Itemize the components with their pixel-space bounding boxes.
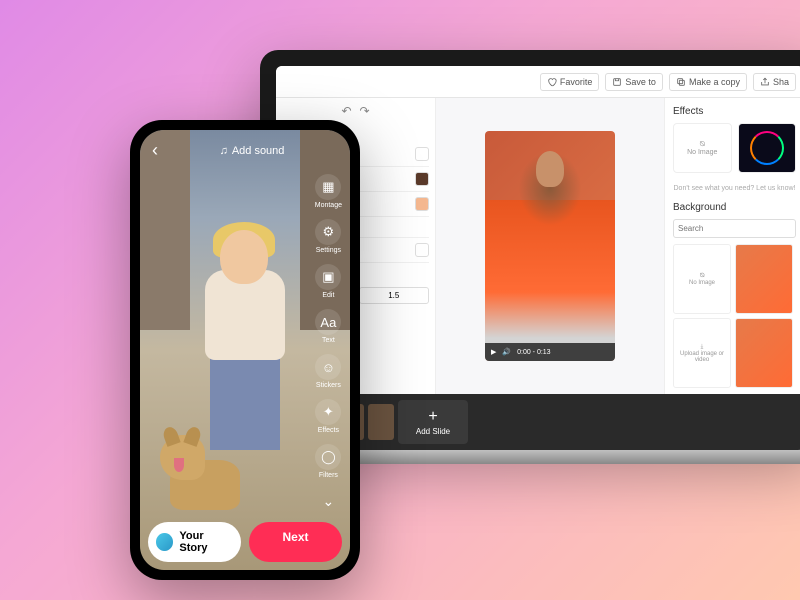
anime-dog (160, 420, 250, 510)
add-sound-button[interactable]: ♫ Add sound (166, 145, 338, 157)
time-label: 0:00 - 0:13 (517, 349, 550, 356)
share-label: Sha (773, 77, 789, 87)
tool-effects[interactable]: ✦ Effects (315, 399, 341, 434)
montage-icon: ▦ (315, 174, 341, 200)
preview-canvas[interactable]: ▶ 🔊 0:00 - 0:13 (485, 131, 615, 361)
bg-upload[interactable]: ⤓ Upload image or video (673, 318, 731, 388)
bg-no-image-label: No Image (689, 280, 715, 286)
filters-icon: ◯ (315, 444, 341, 470)
play-bar: ▶ 🔊 0:00 - 0:13 (485, 343, 615, 361)
edit-icon: ▣ (315, 264, 341, 290)
speed-15-button[interactable]: 1.5 (359, 287, 430, 304)
effects-label: Effects (318, 427, 339, 434)
avatar (156, 533, 173, 551)
add-slide-button[interactable]: + Add Slide (398, 400, 468, 444)
dog-ear-right (183, 425, 202, 447)
topbar: Favorite Save to Make a copy Sha (276, 66, 800, 98)
undo-icon[interactable]: ↶ (341, 104, 351, 118)
tool-rail: ▦ Montage ⚙ Settings ▣ Edit Aa Text ☺ (315, 174, 342, 510)
add-slide-label: Add Slide (416, 427, 450, 436)
bg-thumb-1[interactable] (735, 244, 793, 314)
save-icon (612, 77, 622, 87)
effects-caption: Don't see what you need? Let us know! (673, 185, 796, 192)
tool-edit[interactable]: ▣ Edit (315, 264, 341, 299)
favorite-button[interactable]: Favorite (540, 73, 600, 91)
filters-label: Filters (319, 472, 338, 479)
stickers-label: Stickers (316, 382, 341, 389)
chevron-down-icon[interactable]: ⌄ (323, 493, 335, 510)
swatch-brown[interactable] (415, 172, 429, 186)
undo-redo: ↶ ↷ (282, 104, 429, 118)
anime-person (185, 230, 305, 430)
no-image-label: No Image (687, 149, 717, 156)
plus-icon: + (428, 409, 437, 425)
next-label: Next (282, 530, 308, 544)
no-image-icon-2: ⦰ (700, 273, 705, 280)
tool-filters[interactable]: ◯ Filters (315, 444, 341, 479)
copy-icon (676, 77, 686, 87)
share-icon (760, 77, 770, 87)
favorite-label: Favorite (560, 77, 593, 87)
person-head (220, 230, 268, 284)
back-icon[interactable]: ‹ (152, 140, 158, 161)
upload-label: Upload image or video (674, 351, 730, 363)
next-button[interactable]: Next (249, 522, 342, 562)
preview-person (536, 151, 564, 187)
effects-grid: ⦰ No Image (673, 123, 796, 173)
bg-no-image[interactable]: ⦰ No Image (673, 244, 731, 314)
swatch-white-2[interactable] (415, 243, 429, 257)
music-icon: ♫ (220, 145, 228, 157)
saveto-button[interactable]: Save to (605, 73, 663, 91)
dog-tongue (174, 458, 184, 472)
add-sound-label: Add sound (232, 145, 285, 157)
heart-icon (547, 77, 557, 87)
neon-effect-card[interactable] (738, 123, 797, 173)
no-image-card[interactable]: ⦰ No Image (673, 123, 732, 173)
makecopy-button[interactable]: Make a copy (669, 73, 747, 91)
swatch-peach[interactable] (415, 197, 429, 211)
tool-text[interactable]: Aa Text (315, 309, 341, 344)
tool-montage[interactable]: ▦ Montage (315, 174, 342, 209)
swatch-white[interactable] (415, 147, 429, 161)
bg-search-input[interactable] (673, 219, 796, 238)
montage-label: Montage (315, 202, 342, 209)
play-icon[interactable]: ▶ (491, 348, 496, 356)
share-button[interactable]: Sha (753, 73, 796, 91)
phone-content: ‹ ♫ Add sound ▦ Montage ⚙ Settings ▣ Edi… (140, 130, 350, 570)
redo-icon[interactable]: ↷ (360, 104, 370, 118)
effects-icon: ✦ (315, 399, 341, 425)
timeline-frame-3[interactable] (368, 404, 394, 440)
effects-title: Effects (673, 106, 796, 117)
phone-topbar: ‹ ♫ Add sound (140, 140, 350, 161)
bg-grid: ⦰ No Image ⤓ Upload image or video (673, 244, 796, 388)
phone-screen: ‹ ♫ Add sound ▦ Montage ⚙ Settings ▣ Edi… (140, 130, 350, 570)
sticker-icon: ☺ (315, 354, 341, 380)
dog-head (160, 435, 205, 480)
text-label: Text (322, 337, 335, 344)
right-panel: Effects ⦰ No Image Don't see what you ne… (664, 98, 800, 394)
upload-icon: ⤓ (701, 344, 704, 351)
saveto-label: Save to (625, 77, 656, 87)
volume-icon[interactable]: 🔊 (502, 348, 511, 356)
makecopy-label: Make a copy (689, 77, 740, 87)
tool-settings[interactable]: ⚙ Settings (315, 219, 341, 254)
canvas-area: ▶ 🔊 0:00 - 0:13 (436, 98, 664, 394)
your-story-button[interactable]: Your Story (148, 522, 241, 562)
settings-label: Settings (316, 247, 341, 254)
background-title: Background (673, 202, 796, 213)
gear-icon: ⚙ (315, 219, 341, 245)
text-icon: Aa (315, 309, 341, 335)
phone-mockup: ‹ ♫ Add sound ▦ Montage ⚙ Settings ▣ Edi… (130, 120, 360, 580)
tool-stickers[interactable]: ☺ Stickers (315, 354, 341, 389)
story-label: Your Story (179, 530, 233, 554)
dog-ear-left (161, 425, 180, 447)
phone-bottom-bar: Your Story Next (148, 522, 342, 562)
bg-thumb-2[interactable] (735, 318, 793, 388)
edit-label: Edit (322, 292, 334, 299)
no-image-icon: ⦰ (699, 141, 705, 149)
